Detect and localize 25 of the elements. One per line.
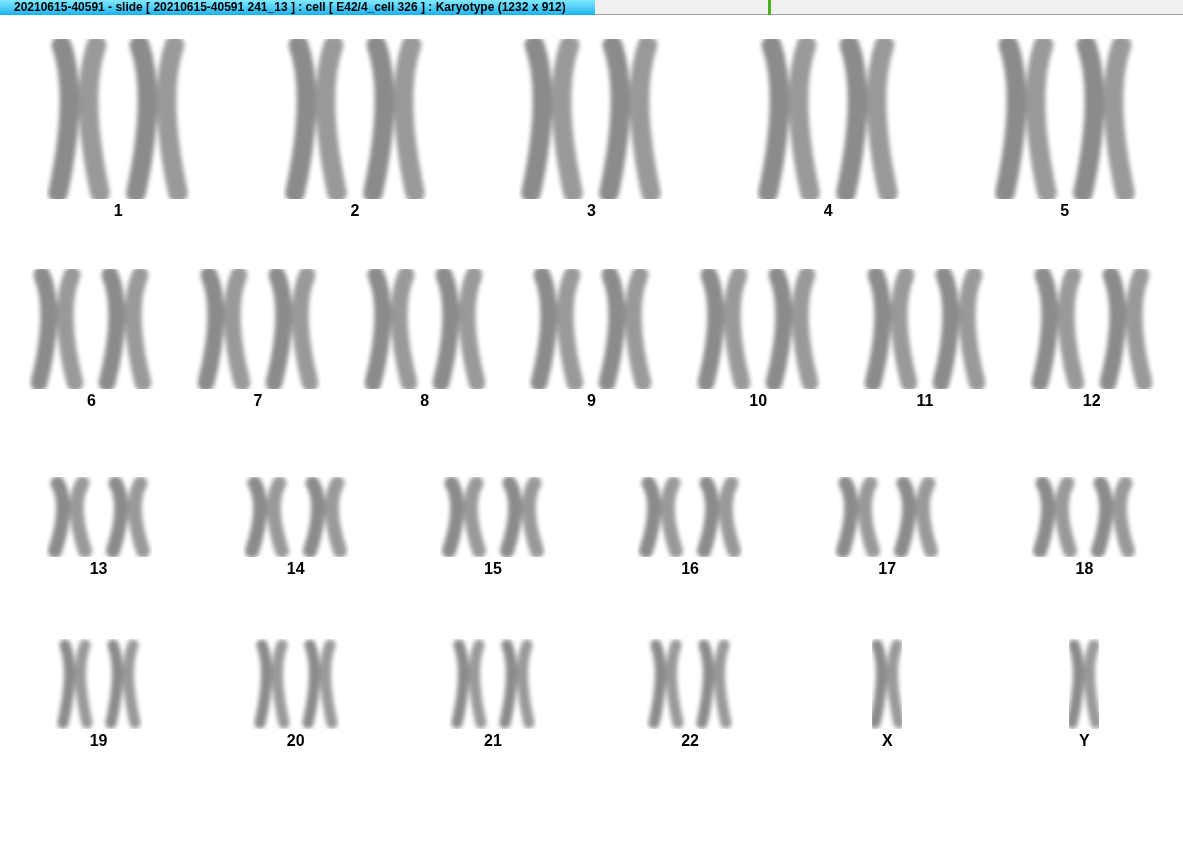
chromosome-label: 6 [86, 391, 96, 411]
chromosome-label: 12 [1082, 391, 1101, 411]
chromosome-label: 4 [823, 201, 833, 221]
chromosome-label: 11 [916, 391, 934, 411]
chromosome-label: 7 [253, 391, 263, 411]
chromosome-label: 16 [681, 559, 699, 579]
chromosome-label: 1 [113, 201, 123, 221]
chromosome-label: Y [1079, 731, 1090, 751]
chromosome-label: 19 [89, 731, 108, 751]
chromosome-label: 8 [420, 391, 430, 411]
chromosome-label: 17 [878, 559, 897, 579]
window-title: 20210615-40591 - slide [ 20210615-40591 241_13 ] : cell [ E42/4_cell 326 ] : Karyotype (1232 x 912) [0, 0, 595, 15]
chromosome-label: 20 [286, 731, 305, 751]
chromosome-label: 21 [484, 731, 502, 751]
chromosome-label: 13 [89, 559, 108, 579]
chromosome-label: 2 [350, 201, 360, 221]
chromosome-label: 10 [749, 391, 768, 411]
chromosome-label: 18 [1075, 559, 1094, 579]
chromosome-label: 22 [681, 731, 699, 751]
chromosome-label: 9 [587, 391, 596, 411]
chromosome-label: 15 [484, 559, 502, 579]
chromosome-label: 14 [286, 559, 305, 579]
chromosome-label: 5 [1060, 201, 1070, 221]
chromosome-label: 3 [587, 201, 596, 221]
chromosome-label: X [881, 731, 893, 751]
